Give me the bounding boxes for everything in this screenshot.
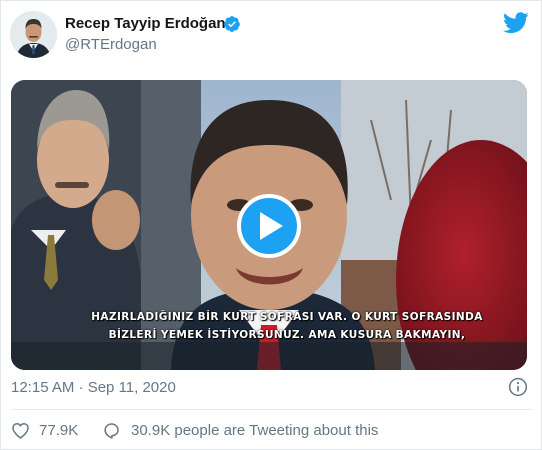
author-avatar[interactable] xyxy=(10,11,57,58)
divider xyxy=(11,409,533,410)
info-icon[interactable] xyxy=(508,377,528,397)
author-handle[interactable]: @RTErdogan xyxy=(65,36,157,53)
avatar-photo xyxy=(10,11,57,58)
verified-badge-icon xyxy=(224,16,240,32)
tweet-card: Recep Tayyip Erdoğan @RTErdogan HAZIRLAD… xyxy=(0,0,542,450)
video-subtitle-line-2: BİZLERİ YEMEK İSTİYORSUNUZ. AMA KUSURA B… xyxy=(108,329,466,341)
twitter-bird-icon[interactable] xyxy=(503,12,529,34)
like-button[interactable]: 77.9K xyxy=(11,420,78,440)
play-button[interactable] xyxy=(237,194,301,258)
speech-bubble-icon xyxy=(104,422,119,439)
tweeting-about-link[interactable]: 30.9K people are Tweeting about this xyxy=(102,420,378,440)
heart-icon xyxy=(12,422,29,439)
video-subtitle-line-1: HAZIRLADIĞINIZ BİR KURT SOFRASI VAR. O K… xyxy=(91,311,483,323)
tweeting-about-text: 30.9K people are Tweeting about this xyxy=(131,421,379,439)
like-count: 77.9K xyxy=(39,421,79,439)
video-player[interactable]: HAZIRLADIĞINIZ BİR KURT SOFRASI VAR. O K… xyxy=(11,80,527,370)
tweet-timestamp[interactable]: 12:15 AM · Sep 11, 2020 xyxy=(11,379,176,396)
play-icon xyxy=(260,212,283,240)
author-display-name[interactable]: Recep Tayyip Erdoğan xyxy=(65,15,226,32)
